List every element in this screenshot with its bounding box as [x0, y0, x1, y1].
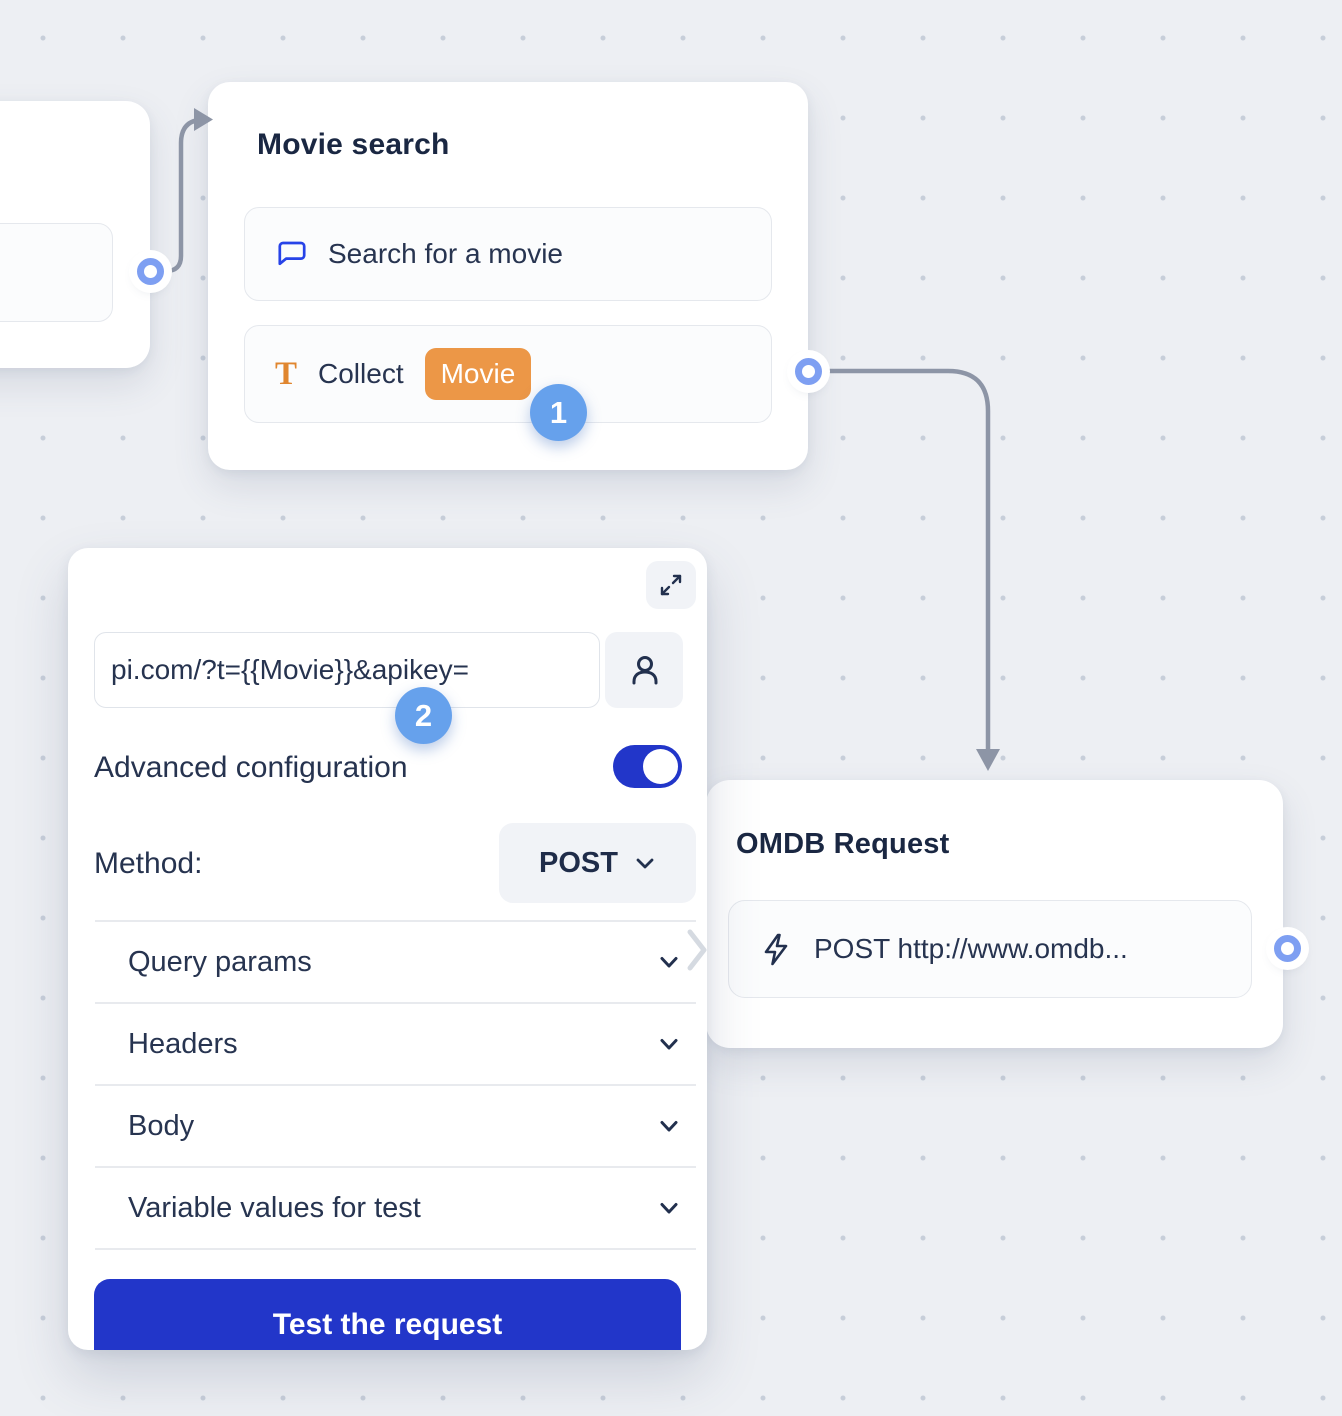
- method-value: POST: [539, 847, 618, 880]
- output-port-movie-search[interactable]: [795, 358, 822, 385]
- toggle-knob: [643, 749, 678, 784]
- section-body[interactable]: Body: [95, 1086, 696, 1166]
- section-label: Headers: [128, 1028, 238, 1061]
- connector-movie-to-omdb: [826, 371, 988, 750]
- connector-left-to-movie: [154, 120, 198, 271]
- advanced-configuration-toggle[interactable]: [613, 745, 682, 788]
- step-badge-2: 2: [395, 687, 452, 744]
- chevron-down-icon: [634, 852, 656, 874]
- webhook-url-input[interactable]: [94, 632, 600, 708]
- advanced-configuration-label: Advanced configuration: [94, 751, 408, 785]
- section-variable-values[interactable]: Variable values for test: [95, 1168, 696, 1248]
- output-port-omdb-request[interactable]: [1274, 935, 1301, 962]
- section-query-params[interactable]: Query params: [95, 922, 696, 1002]
- chevron-down-icon: [656, 1031, 682, 1057]
- method-select[interactable]: POST: [499, 823, 696, 903]
- expand-diagonal-icon: [658, 572, 684, 598]
- expand-button[interactable]: [646, 561, 696, 609]
- method-label: Method:: [94, 847, 202, 881]
- flow-canvas[interactable]: Movie search Search for a movie T Collec…: [0, 0, 1342, 1416]
- insert-variable-button[interactable]: [605, 632, 683, 708]
- chevron-down-icon: [656, 1195, 682, 1221]
- section-headers[interactable]: Headers: [95, 1004, 696, 1084]
- output-port-left-node[interactable]: [137, 258, 164, 285]
- section-label: Variable values for test: [128, 1192, 421, 1225]
- arrowhead-down-icon: [976, 749, 1000, 771]
- section-label: Query params: [128, 946, 312, 979]
- section-label: Body: [128, 1110, 194, 1143]
- webhook-config-panel[interactable]: Advanced configuration Method: POST Quer…: [68, 548, 707, 1350]
- arrowhead-right-icon: [194, 108, 213, 131]
- step-badge-1: 1: [530, 384, 587, 441]
- chevron-down-icon: [656, 1113, 682, 1139]
- person-icon: [624, 650, 664, 690]
- divider: [95, 1248, 696, 1250]
- chevron-down-icon: [656, 949, 682, 975]
- test-request-button[interactable]: Test the request: [94, 1279, 681, 1350]
